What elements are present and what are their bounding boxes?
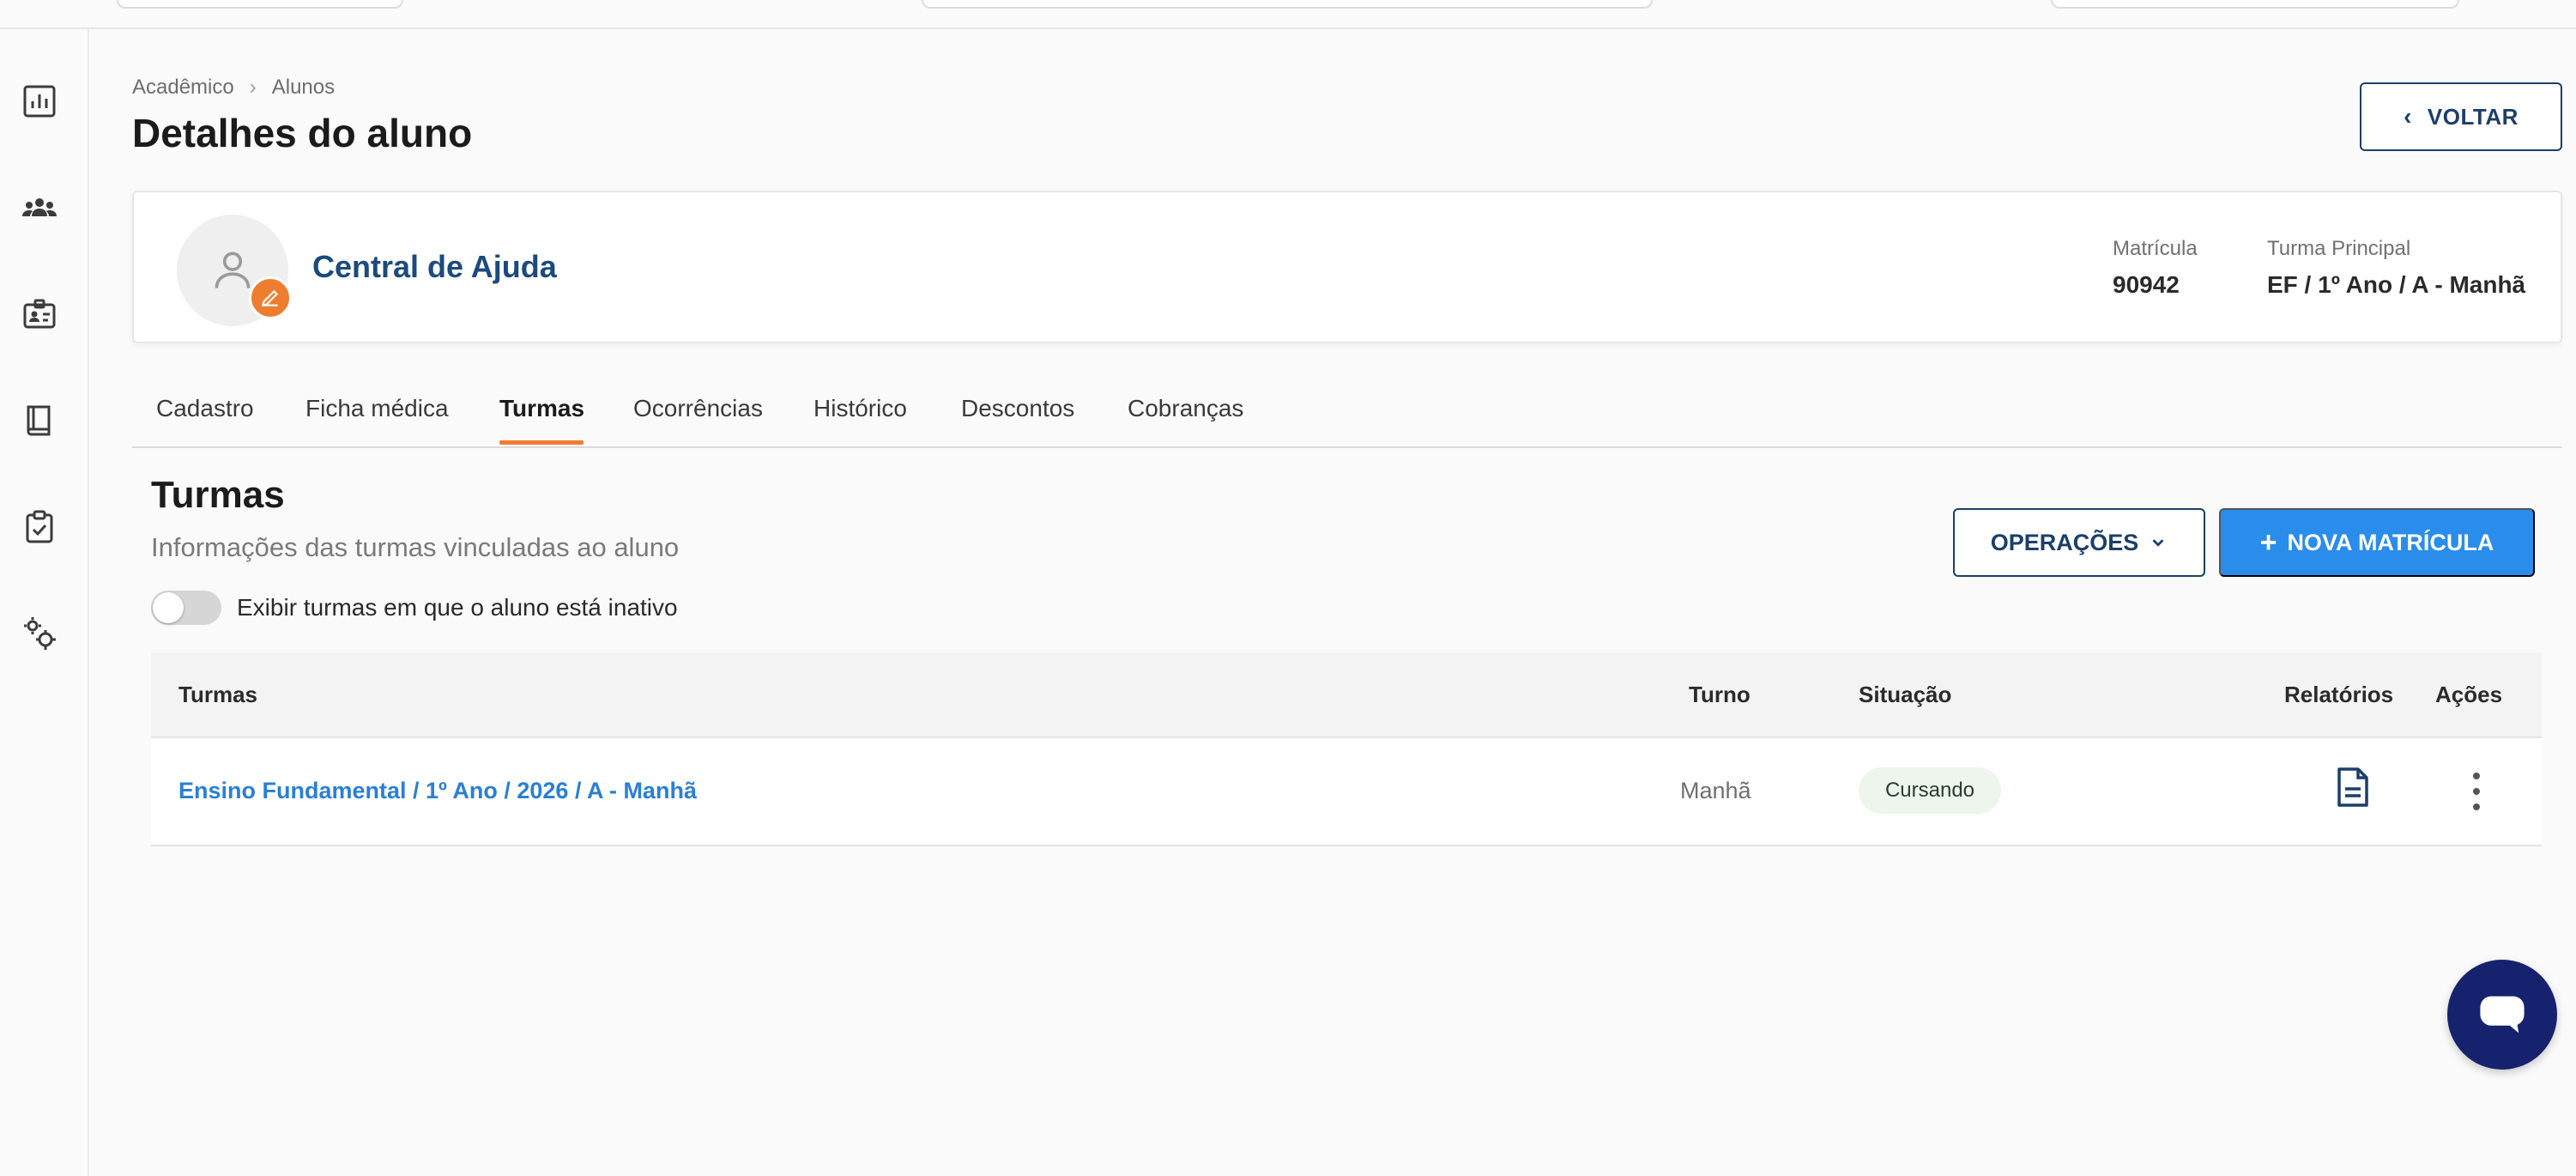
breadcrumb-academico[interactable]: Acadêmico [132,76,234,100]
breadcrumb-alunos[interactable]: Alunos [272,76,335,100]
pencil-icon [261,289,279,307]
student-name: Central de Ajuda [312,249,557,284]
table-header: Turmas Turno Situação Relatórios Ações [151,652,2542,738]
matricula-label: Matrícula [2113,237,2198,260]
id-card-icon[interactable] [21,295,58,333]
document-icon[interactable] [2334,766,2372,809]
status-badge: Cursando [1859,767,2001,814]
tab-cadastro[interactable]: Cadastro [156,395,254,422]
tabs: Cadastro Ficha médica Turmas Ocorrências… [132,388,2562,448]
settings-icon[interactable] [21,615,58,652]
clipboard-check-icon[interactable] [21,508,58,546]
classes-table: Turmas Turno Situação Relatórios Ações E… [151,652,2542,846]
chevron-down-icon [2152,539,2164,547]
sidebar [0,29,89,1176]
table-row: Ensino Fundamental / 1º Ano / 2026 / A -… [151,738,2542,846]
new-enrollment-button-label: NOVA MATRÍCULA [2287,529,2494,555]
column-header-relatorios: Relatórios [2284,682,2394,707]
column-header-acoes: Ações [2435,682,2503,707]
inactive-classes-toggle[interactable] [151,591,221,625]
edit-avatar-button[interactable] [249,276,292,319]
toggle-knob [153,592,184,623]
turma-principal-value: EF / 1º Ano / A - Manhã [2267,271,2526,298]
tab-descontos[interactable]: Descontos [961,395,1074,422]
page-title: Detalhes do aluno [132,111,473,155]
chevron-left-icon: ‹ [2404,103,2412,130]
book-icon[interactable] [21,402,58,439]
column-header-situacao: Situação [1859,682,1952,707]
tab-turmas[interactable]: Turmas [499,395,584,422]
tab-historico[interactable]: Histórico [813,395,907,422]
active-tab-indicator [499,440,584,445]
column-header-turmas: Turmas [178,682,257,707]
turma-principal-label: Turma Principal [2267,237,2411,260]
tab-ficha-medica[interactable]: Ficha médica [305,395,449,422]
section-title: Turmas [151,474,285,516]
class-link[interactable]: Ensino Fundamental / 1º Ano / 2026 / A -… [178,778,697,804]
new-enrollment-button[interactable]: + NOVA MATRÍCULA [2219,508,2535,577]
column-header-turno: Turno [1689,682,1751,707]
top-bar [0,0,2576,29]
chart-icon[interactable] [21,82,58,120]
matricula-value: 90942 [2113,271,2180,298]
top-search-field[interactable] [922,0,1653,9]
chat-button[interactable] [2447,960,2557,1070]
breadcrumb: Acadêmico › Alunos [132,76,335,100]
back-button[interactable]: ‹ VOLTAR [2360,82,2562,151]
chevron-right-icon: › [249,76,257,99]
tab-cobrancas[interactable]: Cobranças [1128,395,1243,422]
more-actions-icon[interactable] [2468,773,2485,810]
users-icon[interactable] [21,189,58,227]
top-bar-field[interactable] [117,0,403,9]
class-shift: Manhã [1680,778,1751,803]
section-subtitle: Informações das turmas vinculadas ao alu… [151,532,680,562]
operations-button-label: OPERAÇÕES [1990,529,2139,555]
inactive-classes-toggle-label: Exibir turmas em que o aluno está inativ… [237,594,678,621]
back-button-label: VOLTAR [2427,103,2519,130]
operations-button[interactable]: OPERAÇÕES [1953,508,2205,577]
top-select-field[interactable] [2051,0,2459,9]
chat-bubble-icon [2480,996,2525,1034]
tab-ocorrencias[interactable]: Ocorrências [633,395,763,422]
student-card: Central de Ajuda Matrícula 90942 Turma P… [132,191,2562,343]
plus-icon: + [2259,526,2277,559]
